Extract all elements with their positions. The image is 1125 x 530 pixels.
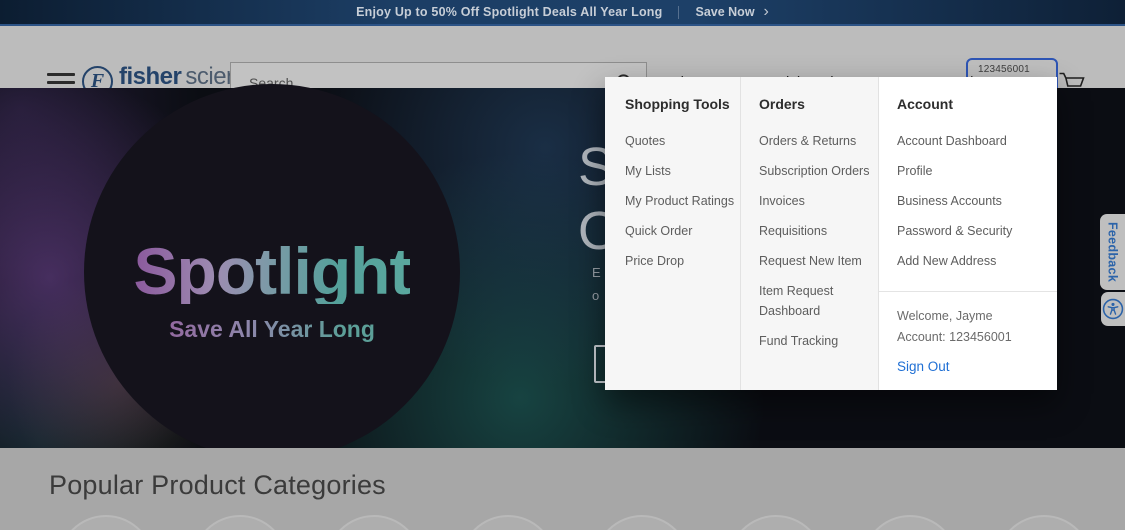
welcome-text: Welcome, Jayme (897, 309, 993, 323)
menu-item-price-drop[interactable]: Price Drop (625, 251, 740, 271)
menu-column-account: Account Account Dashboard Profile Busine… (879, 77, 1057, 390)
menu-item-business-accounts[interactable]: Business Accounts (897, 191, 1039, 211)
menu-item-request-new-item[interactable]: Request New Item (759, 251, 878, 271)
category-circle[interactable] (862, 515, 958, 530)
category-circle[interactable] (58, 515, 154, 530)
menu-heading-shopping-tools: Shopping Tools (625, 96, 730, 112)
menu-divider (879, 291, 1057, 292)
categories-heading: Popular Product Categories (49, 470, 386, 500)
menu-column-orders: Orders Orders & Returns Subscription Ord… (741, 77, 879, 390)
category-circle[interactable] (326, 515, 422, 530)
hero-subheadline: Save All Year Long (169, 315, 375, 342)
category-circle[interactable] (594, 515, 690, 530)
menu-heading-orders: Orders (759, 96, 805, 112)
brand-name-bold: fisher (119, 63, 182, 90)
account-number: 123456001 (978, 64, 1030, 75)
menu-item-add-new-address[interactable]: Add New Address (897, 251, 1039, 271)
menu-item-profile[interactable]: Profile (897, 161, 1039, 181)
menu-item-subscription-orders[interactable]: Subscription Orders (759, 161, 878, 181)
menu-column-shopping-tools: Shopping Tools Quotes My Lists My Produc… (605, 77, 741, 390)
page: Enjoy Up to 50% Off Spotlight Deals All … (0, 0, 1125, 530)
save-now-link[interactable]: Save Now › (695, 3, 769, 20)
promo-banner: Enjoy Up to 50% Off Spotlight Deals All … (0, 0, 1125, 26)
feedback-tab[interactable]: Feedback (1100, 214, 1125, 290)
menu-item-orders-returns[interactable]: Orders & Returns (759, 131, 878, 151)
accessibility-icon (1102, 298, 1124, 320)
menu-item-account-dashboard[interactable]: Account Dashboard (897, 131, 1039, 151)
menu-item-password-security[interactable]: Password & Security (897, 221, 1039, 241)
menu-item-quotes[interactable]: Quotes (625, 131, 740, 151)
menu-item-my-product-ratings[interactable]: My Product Ratings (625, 191, 740, 211)
hero-clipped-text-1: E (592, 265, 601, 280)
menu-heading-account: Account (897, 96, 953, 112)
category-circle[interactable] (192, 515, 288, 530)
promo-text: Enjoy Up to 50% Off Spotlight Deals All … (356, 5, 663, 19)
category-circle[interactable] (728, 515, 824, 530)
category-circle[interactable] (996, 515, 1092, 530)
accessibility-button[interactable] (1101, 292, 1125, 326)
hero-clipped-text-2: o (592, 288, 600, 303)
banner-divider (678, 5, 680, 19)
chevron-right-icon: › (763, 3, 769, 20)
popular-categories-section: Popular Product Categories (0, 448, 1125, 530)
spotlight-circle: Spotlight Save All Year Long (84, 84, 460, 460)
welcome-block: Welcome, Jayme Account: 123456001 Sign O… (897, 308, 1039, 376)
menu-item-fund-tracking[interactable]: Fund Tracking (759, 331, 878, 351)
category-circle[interactable] (460, 515, 556, 530)
menu-item-quick-order[interactable]: Quick Order (625, 221, 740, 241)
my-account-menu: Shopping Tools Quotes My Lists My Produc… (605, 77, 1057, 390)
hamburger-icon (47, 73, 75, 76)
menu-item-item-request-dashboard[interactable]: Item Request Dashboard (759, 281, 859, 321)
sign-out-link[interactable]: Sign Out (897, 359, 950, 374)
menu-item-requisitions[interactable]: Requisitions (759, 221, 878, 241)
menu-item-my-lists[interactable]: My Lists (625, 161, 740, 181)
menu-item-invoices[interactable]: Invoices (759, 191, 878, 211)
account-number-line: Account: 123456001 (897, 330, 1012, 344)
save-now-label: Save Now (695, 5, 755, 19)
hero-headline: Spotlight (133, 233, 412, 308)
feedback-label: Feedback (1105, 221, 1120, 283)
